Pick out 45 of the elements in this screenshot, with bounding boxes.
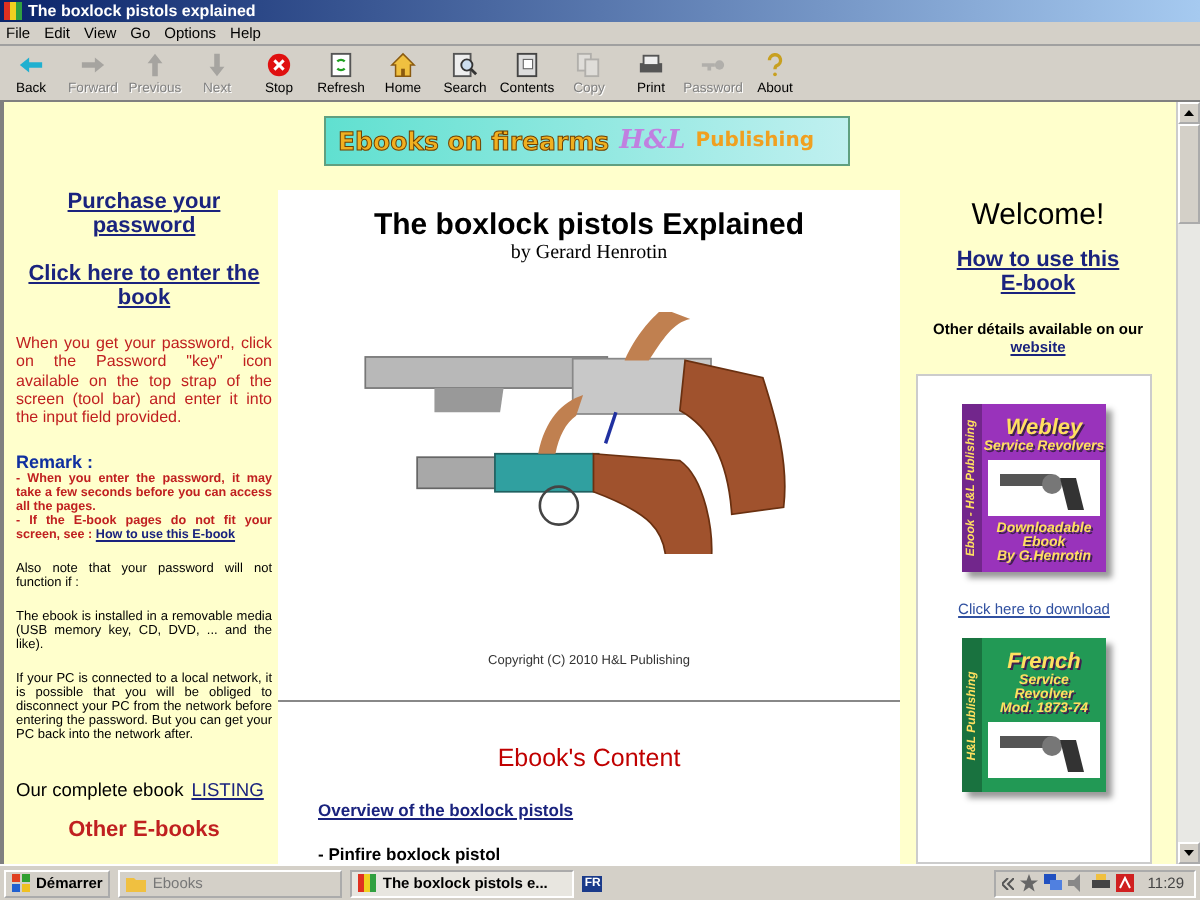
purchase-link[interactable]: Purchase your password (16, 190, 272, 238)
banner-title: Ebooks on firearms (338, 126, 610, 156)
scroll-up-icon[interactable] (1184, 110, 1194, 116)
network-icon[interactable] (1043, 874, 1062, 892)
refresh-icon (328, 52, 354, 78)
cover-title: Webley (1005, 416, 1083, 440)
cover-title: French (1007, 650, 1081, 674)
instructions-text: When you get your password, click on the Password "key" icon available on the top strap of the screen (tool bar) and enter it into the input field provided. (16, 334, 272, 427)
help-icon (762, 52, 788, 78)
window-title: The boxlock pistols explained (28, 0, 256, 22)
enter-book-link[interactable]: Click here to enter the book (16, 262, 272, 310)
stop-icon (266, 52, 292, 78)
banner-logo: H&L (619, 126, 686, 156)
copy-icon (576, 52, 602, 78)
windows-logo-icon (12, 874, 30, 892)
forward-arrow-icon (80, 52, 106, 78)
down-arrow-icon (204, 52, 230, 78)
listing-link[interactable]: LISTING (191, 780, 264, 801)
star-icon[interactable] (1019, 874, 1038, 892)
scrollbar[interactable] (1176, 102, 1200, 864)
overview-link[interactable]: Overview of the boxlock pistols (318, 800, 574, 820)
scrollbar-thumb[interactable] (1178, 124, 1200, 224)
contents-item: - Pinfire boxlock pistol (318, 844, 501, 864)
back-arrow-icon (18, 52, 44, 78)
printer-icon[interactable] (1091, 874, 1110, 892)
scroll-down-icon[interactable] (1184, 850, 1194, 856)
up-arrow-icon (142, 52, 168, 78)
app-icon (358, 874, 377, 892)
banner-publisher: Publishing (695, 130, 814, 152)
app-icon (4, 2, 22, 20)
how-to-link[interactable]: How to use this E-book (946, 248, 1130, 296)
author-text: by Gerard Henrotin (510, 242, 668, 264)
folder-icon (126, 875, 147, 891)
contents-heading: Ebook's Content (497, 744, 681, 772)
printer-icon (638, 52, 664, 78)
listing-text: Our complete ebook (16, 780, 184, 801)
search-icon (452, 52, 478, 78)
welcome-heading: Welcome! (971, 198, 1105, 232)
remark-heading: Remark : (16, 452, 96, 473)
home-icon (390, 52, 416, 78)
revolver-drawing (988, 460, 1100, 516)
book-title: The boxlock pistols Explained (373, 208, 805, 242)
other-ebooks-heading: Other E-books (66, 818, 222, 843)
revolver-drawing (988, 722, 1100, 778)
chevron-icon[interactable] (1001, 877, 1014, 889)
